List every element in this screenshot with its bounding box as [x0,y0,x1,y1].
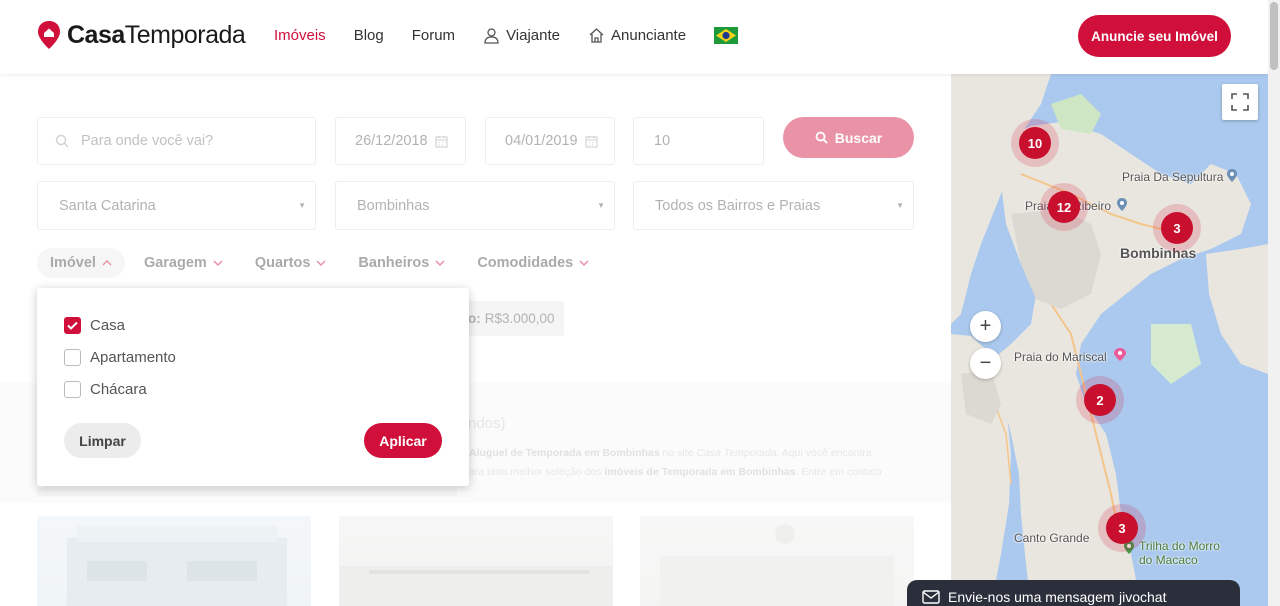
map-cluster[interactable]: 10 [1011,119,1059,167]
fullscreen-icon [1231,93,1249,111]
property-card-image[interactable] [640,516,914,606]
neighborhood-select[interactable]: Todos os Bairros e Praias ▼ [633,181,914,230]
property-card-image[interactable] [37,516,311,606]
destination-placeholder: Para onde você vai? [81,133,214,149]
map-pin-icon [1117,198,1127,211]
destination-input[interactable]: Para onde você vai? [37,117,316,165]
checkout-value: 04/01/2019 [505,133,578,149]
chevron-down-icon [316,260,326,266]
chevron-up-icon [102,260,112,266]
checkin-value: 26/12/2018 [355,133,428,149]
checkbox-unchecked[interactable] [64,349,81,366]
map-label-mariscal: Praia do Mariscal [1014,350,1107,364]
site-header: CasaTemporada Imóveis Blog Forum Viajant… [0,0,1268,74]
calendar-icon [435,135,448,148]
option-chacara[interactable]: Chácara [64,381,147,398]
brazil-flag-icon[interactable] [714,27,739,44]
nav-viajante[interactable]: Viajante [483,27,560,44]
map-label-trilha: Trilha do Morro do Macaco [1139,539,1220,567]
state-value: Santa Catarina [59,197,156,214]
checkbox-unchecked[interactable] [64,381,81,398]
chevron-down-icon [579,260,589,266]
chevron-down-icon [213,260,223,266]
map-pin-icon [1114,348,1126,361]
caret-down-icon: ▼ [597,201,605,210]
home-icon [589,28,604,43]
checkout-date-field[interactable]: 04/01/2019 [485,117,615,165]
property-type-dropdown: Casa Apartamento Chácara Limpar Aplicar [37,288,469,486]
user-icon [484,28,499,44]
map-cluster[interactable]: 3 [1098,504,1146,552]
map-cluster[interactable]: 3 [1153,204,1201,252]
filter-banheiros[interactable]: Banheiros [345,248,458,278]
filter-bar: Imóvel Garagem Quartos Banheiros Comodid… [37,248,608,278]
filter-quartos[interactable]: Quartos [242,248,340,278]
filter-imovel[interactable]: Imóvel [37,248,125,278]
map-view[interactable]: Praia Da Sepultura Praia do Ribeiro Bomb… [951,74,1268,606]
checkin-date-field[interactable]: 26/12/2018 [335,117,466,165]
city-value: Bombinhas [357,197,430,214]
checkbox-checked[interactable] [64,317,81,334]
search-icon [815,131,828,144]
zoom-in-button[interactable]: + [970,311,1001,342]
guests-value: 10 [654,133,671,149]
main-nav: Imóveis Blog Forum Viajante Anunciante [274,27,739,44]
filter-comodidades[interactable]: Comodidades [464,248,602,278]
chat-widget[interactable]: Envie-nos uma mensagem jivochat [907,580,1240,606]
logo-text: CasaTemporada [67,20,246,49]
message-icon [922,590,940,604]
map-label-sepultura: Praia Da Sepultura [1122,170,1224,184]
map-pin-logo-icon [38,21,60,49]
city-select[interactable]: Bombinhas ▼ [335,181,615,230]
search-icon [55,134,69,148]
option-apartamento[interactable]: Apartamento [64,349,176,366]
map-label-canto-grande: Canto Grande [1014,531,1090,545]
neighborhood-value: Todos os Bairros e Praias [655,197,821,214]
nav-anunciante[interactable]: Anunciante [588,27,686,44]
page-scrollbar[interactable] [1268,0,1280,606]
zoom-out-button[interactable]: − [970,348,1001,379]
option-casa[interactable]: Casa [64,317,125,334]
caret-down-icon: ▼ [896,201,904,210]
guests-field[interactable]: 10 [633,117,764,165]
nav-forum[interactable]: Forum [412,27,455,44]
nav-blog[interactable]: Blog [354,27,384,44]
property-card-image[interactable] [339,516,613,606]
nav-imoveis[interactable]: Imóveis [274,27,326,44]
chevron-down-icon [435,260,445,266]
checkmark-icon [67,321,78,330]
apply-button[interactable]: Aplicar [364,423,442,458]
map-cluster[interactable]: 2 [1076,376,1124,424]
caret-down-icon: ▼ [298,201,306,210]
calendar-icon [585,135,598,148]
map-pin-icon [1227,169,1237,182]
clear-button[interactable]: Limpar [64,423,141,458]
map-cluster[interactable]: 12 [1040,183,1088,231]
chat-message-label: Envie-nos uma mensagem [948,589,1115,605]
advertise-property-button[interactable]: Anuncie seu Imóvel [1078,15,1231,57]
fullscreen-button[interactable] [1222,84,1258,120]
search-button-label: Buscar [834,129,883,146]
filter-garagem[interactable]: Garagem [131,248,236,278]
state-select[interactable]: Santa Catarina ▼ [37,181,316,230]
results-heading: ndos) [468,415,506,432]
search-button[interactable]: Buscar [783,117,914,158]
site-logo[interactable]: CasaTemporada [37,20,246,50]
chat-brand: jivochat [1119,589,1167,605]
scrollbar-thumb[interactable] [1270,2,1278,70]
